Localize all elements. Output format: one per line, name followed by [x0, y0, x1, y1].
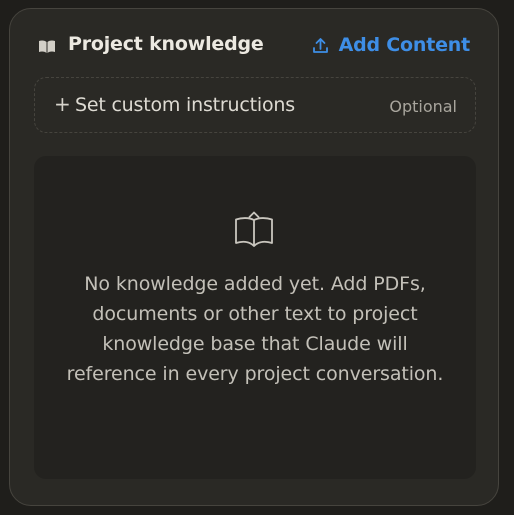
- custom-instructions-label: Set custom instructions: [75, 94, 295, 116]
- set-custom-instructions-button[interactable]: + Set custom instructions Optional: [34, 77, 476, 133]
- upload-icon: [312, 37, 328, 53]
- panel-title: Project knowledge: [68, 33, 264, 55]
- open-book-icon: [235, 211, 273, 247]
- panel-header: Project knowledge Add Content: [10, 9, 498, 77]
- plus-icon: +: [54, 92, 71, 116]
- add-content-label: Add Content: [338, 34, 471, 56]
- optional-badge: Optional: [389, 97, 457, 116]
- knowledge-empty-state: No knowledge added yet. Add PDFs, docume…: [34, 156, 476, 479]
- empty-state-message: No knowledge added yet. Add PDFs, docume…: [66, 273, 444, 385]
- add-content-button[interactable]: Add Content: [312, 34, 470, 56]
- project-knowledge-panel: Project knowledge Add Content + Set cust…: [9, 8, 499, 506]
- book-icon: [39, 40, 55, 53]
